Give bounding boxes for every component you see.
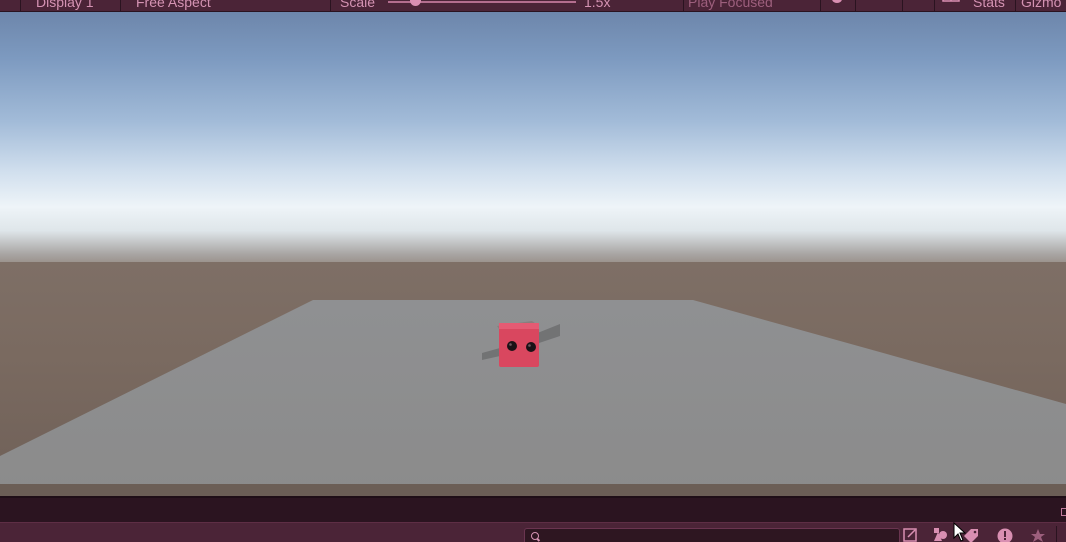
- gizmos-button[interactable]: Gizmo: [1021, 0, 1061, 11]
- toolbar-separator: [1015, 0, 1016, 11]
- panel-divider: [0, 496, 1066, 524]
- open-external-icon[interactable]: [902, 527, 920, 542]
- layout-icon[interactable]: [942, 0, 960, 8]
- toolbar-separator: [902, 0, 903, 11]
- toolbar-separator: [120, 0, 121, 11]
- stats-label: Stats: [973, 0, 1005, 10]
- panel-corner-icon: [1061, 508, 1066, 516]
- toolbar-separator: [683, 0, 684, 11]
- scale-value: 1.5x: [584, 0, 611, 10]
- toolbar-separator: [855, 0, 856, 11]
- display-dropdown[interactable]: Display 1: [36, 0, 94, 11]
- console-search-input[interactable]: [524, 528, 900, 542]
- scale-slider-handle[interactable]: [410, 0, 421, 6]
- display-dropdown-label: Display 1: [36, 0, 94, 10]
- toolbar-separator: [20, 0, 21, 11]
- shapes-icon[interactable]: [931, 527, 949, 542]
- stats-button[interactable]: Stats: [973, 0, 1005, 11]
- game-viewport[interactable]: [0, 12, 1066, 496]
- game-view-toolbar: Display 1 Free Aspect Scale 1.5x Play Fo…: [0, 0, 1066, 12]
- toolbar-separator: [934, 0, 935, 11]
- play-mode-label: Play Focused: [688, 0, 773, 10]
- unity-game-window: Display 1 Free Aspect Scale 1.5x Play Fo…: [0, 0, 1066, 542]
- toolbar-separator: [330, 0, 331, 11]
- scale-label: Scale: [340, 0, 376, 10]
- ground-strip: [0, 484, 1066, 496]
- gizmos-label: Gizmo: [1021, 0, 1062, 10]
- toolbar-separator: [1056, 526, 1057, 542]
- error-icon[interactable]: [996, 527, 1014, 542]
- character-eye-right: [526, 342, 536, 352]
- favorite-star-icon[interactable]: [1029, 527, 1047, 542]
- toolbar-separator: [820, 0, 821, 11]
- aspect-dropdown[interactable]: Free Aspect: [136, 0, 211, 11]
- character-eye-left: [507, 341, 517, 351]
- mouse-cursor-icon: [953, 521, 967, 542]
- audio-mute-icon[interactable]: [909, 0, 925, 8]
- scene-geometry: [0, 300, 1066, 496]
- bug-icon[interactable]: [829, 0, 845, 8]
- aspect-dropdown-label: Free Aspect: [136, 0, 211, 10]
- play-mode-dropdown[interactable]: Play Focused: [688, 0, 773, 11]
- search-icon: [531, 532, 539, 540]
